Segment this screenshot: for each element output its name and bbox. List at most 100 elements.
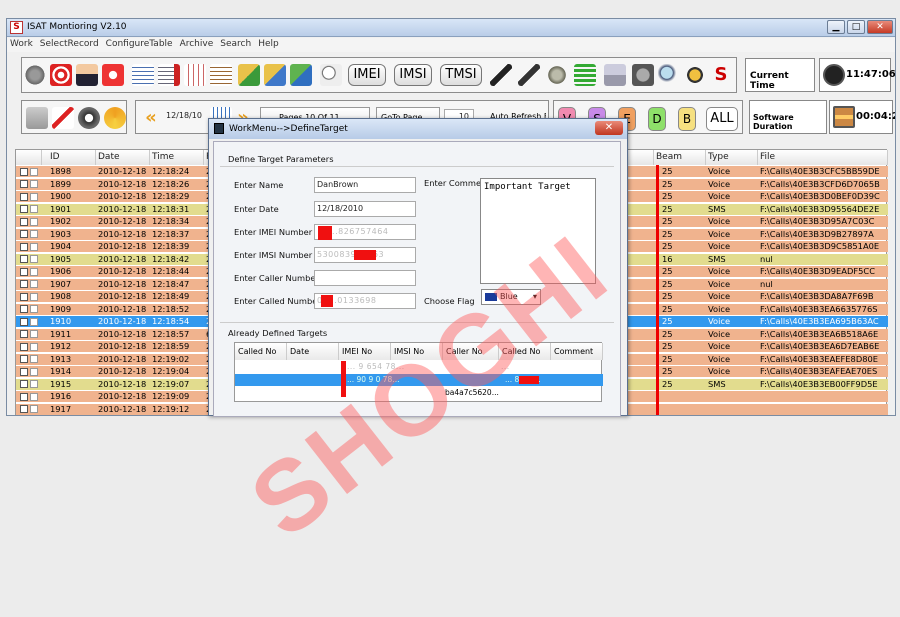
row-checkbox[interactable] xyxy=(20,255,28,263)
row-checkbox[interactable] xyxy=(20,367,28,376)
row-checkbox-2[interactable] xyxy=(30,217,38,226)
imei-button[interactable]: IMEI xyxy=(348,64,386,86)
row-checkbox[interactable] xyxy=(20,380,28,388)
row-date: 2010-12-18 xyxy=(98,216,147,226)
row-checkbox[interactable] xyxy=(20,205,28,213)
row-checkbox[interactable] xyxy=(20,180,28,188)
settings-gear-icon[interactable] xyxy=(24,64,46,86)
name-input[interactable]: DanBrown xyxy=(314,177,416,193)
row-checkbox[interactable] xyxy=(20,167,28,176)
package-export-icon[interactable] xyxy=(264,64,286,86)
row-checkbox[interactable] xyxy=(20,192,28,201)
filter-all-button[interactable]: ALL xyxy=(706,107,738,131)
grid-header-file[interactable]: File xyxy=(758,150,888,165)
document-delete-icon[interactable] xyxy=(158,64,180,86)
menu-search[interactable]: Search xyxy=(217,38,255,49)
row-checkbox[interactable] xyxy=(20,355,28,363)
target-icon[interactable] xyxy=(50,64,72,86)
row-checkbox-2[interactable] xyxy=(30,292,38,301)
row-checkbox-2[interactable] xyxy=(30,180,38,188)
grid-header-id[interactable]: ID xyxy=(42,150,96,165)
previous-arrow-icon[interactable]: « xyxy=(140,107,162,129)
row-checkbox-2[interactable] xyxy=(30,392,38,401)
row-checkbox-2[interactable] xyxy=(30,205,38,213)
row-checkbox[interactable] xyxy=(20,230,28,238)
filter-d-button[interactable]: D xyxy=(648,107,666,131)
row-checkbox[interactable] xyxy=(20,305,28,313)
row-date: 2010-12-18 xyxy=(98,366,147,376)
row-checkbox-2[interactable] xyxy=(30,367,38,376)
row-checkbox-2[interactable] xyxy=(30,380,38,388)
menu-configuretable[interactable]: ConfigureTable xyxy=(103,38,177,49)
row-checkbox-2[interactable] xyxy=(30,167,38,176)
row-checkbox[interactable] xyxy=(20,330,28,338)
satellite-icon[interactable] xyxy=(632,64,654,86)
defined-header-date[interactable]: Date xyxy=(287,343,339,360)
notepad-icon[interactable] xyxy=(210,64,232,86)
row-checkbox[interactable] xyxy=(20,392,28,401)
grid-header-date[interactable]: Date xyxy=(96,150,150,165)
maximize-button[interactable]: □ xyxy=(847,20,865,34)
row-checkbox[interactable] xyxy=(20,405,28,413)
support-headset-icon[interactable] xyxy=(684,64,706,86)
menu-archive[interactable]: Archive xyxy=(177,38,218,49)
window-title: ISAT Montioring V2.10 xyxy=(27,22,127,32)
grid-header-type[interactable]: Type xyxy=(706,150,758,165)
row-checkbox-2[interactable] xyxy=(30,305,38,313)
caller-input[interactable] xyxy=(314,270,416,286)
date-field[interactable]: 12/18/10 xyxy=(164,109,206,125)
date-input[interactable]: 12/18/2010 xyxy=(314,201,416,217)
row-date: 2010-12-18 xyxy=(98,378,147,389)
add-user-icon[interactable] xyxy=(26,107,48,129)
row-checkbox-2[interactable] xyxy=(30,255,38,263)
power-icon[interactable] xyxy=(102,64,124,86)
image-export-icon[interactable] xyxy=(290,64,312,86)
row-checkbox-2[interactable] xyxy=(30,280,38,288)
table-icon[interactable] xyxy=(184,64,206,86)
close-button[interactable]: ✕ xyxy=(867,20,893,34)
dialog-close-button[interactable]: ✕ xyxy=(595,121,623,135)
tmsi-button[interactable]: TMSI xyxy=(440,64,482,86)
minimize-button[interactable]: ▁ xyxy=(827,20,845,34)
row-date: 2010-12-18 xyxy=(98,278,147,289)
row-checkbox[interactable] xyxy=(20,317,28,326)
menu-help[interactable]: Help xyxy=(255,38,283,49)
row-checkbox-2[interactable] xyxy=(30,267,38,276)
row-checkbox-2[interactable] xyxy=(30,192,38,201)
row-checkbox-2[interactable] xyxy=(30,355,38,363)
row-checkbox-2[interactable] xyxy=(30,242,38,251)
filter-b-button[interactable]: B xyxy=(678,107,696,131)
defined-header-called-no[interactable]: Called No xyxy=(235,343,287,360)
row-checkbox-2[interactable] xyxy=(30,317,38,326)
magnifier-icon[interactable] xyxy=(658,64,680,86)
row-checkbox[interactable] xyxy=(20,217,28,226)
imsi-button[interactable]: IMSI xyxy=(394,64,432,86)
row-checkbox[interactable] xyxy=(20,267,28,276)
satellite-phone-icon[interactable] xyxy=(490,64,512,86)
row-type: Voice xyxy=(708,228,731,239)
row-checkbox[interactable] xyxy=(20,242,28,251)
package-icon[interactable] xyxy=(238,64,260,86)
row-checkbox-2[interactable] xyxy=(30,405,38,413)
user-agent-icon[interactable] xyxy=(76,64,98,86)
satellite-dish-icon[interactable] xyxy=(546,64,568,86)
refresh-icon[interactable] xyxy=(104,107,126,129)
row-type: Voice xyxy=(708,178,731,189)
row-checkbox[interactable] xyxy=(20,280,28,288)
row-checkbox-2[interactable] xyxy=(30,230,38,238)
document-list-icon[interactable] xyxy=(132,64,154,86)
row-checkbox[interactable] xyxy=(20,292,28,301)
play-icon[interactable] xyxy=(78,107,100,129)
grid-header-time[interactable]: Time xyxy=(150,150,204,165)
row-checkbox-2[interactable] xyxy=(30,342,38,351)
row-checkbox[interactable] xyxy=(20,342,28,351)
satellite-phone-2-icon[interactable] xyxy=(518,64,540,86)
grid-header-beam[interactable]: Beam xyxy=(654,150,706,165)
row-checkbox-2[interactable] xyxy=(30,330,38,338)
user-card-icon[interactable] xyxy=(604,64,626,86)
search-document-icon[interactable] xyxy=(320,64,342,86)
delete-file-icon[interactable] xyxy=(52,107,74,129)
signal-icon[interactable] xyxy=(574,64,596,86)
menu-selectrecord[interactable]: SelectRecord xyxy=(37,38,103,49)
menu-work[interactable]: Work xyxy=(7,38,37,49)
